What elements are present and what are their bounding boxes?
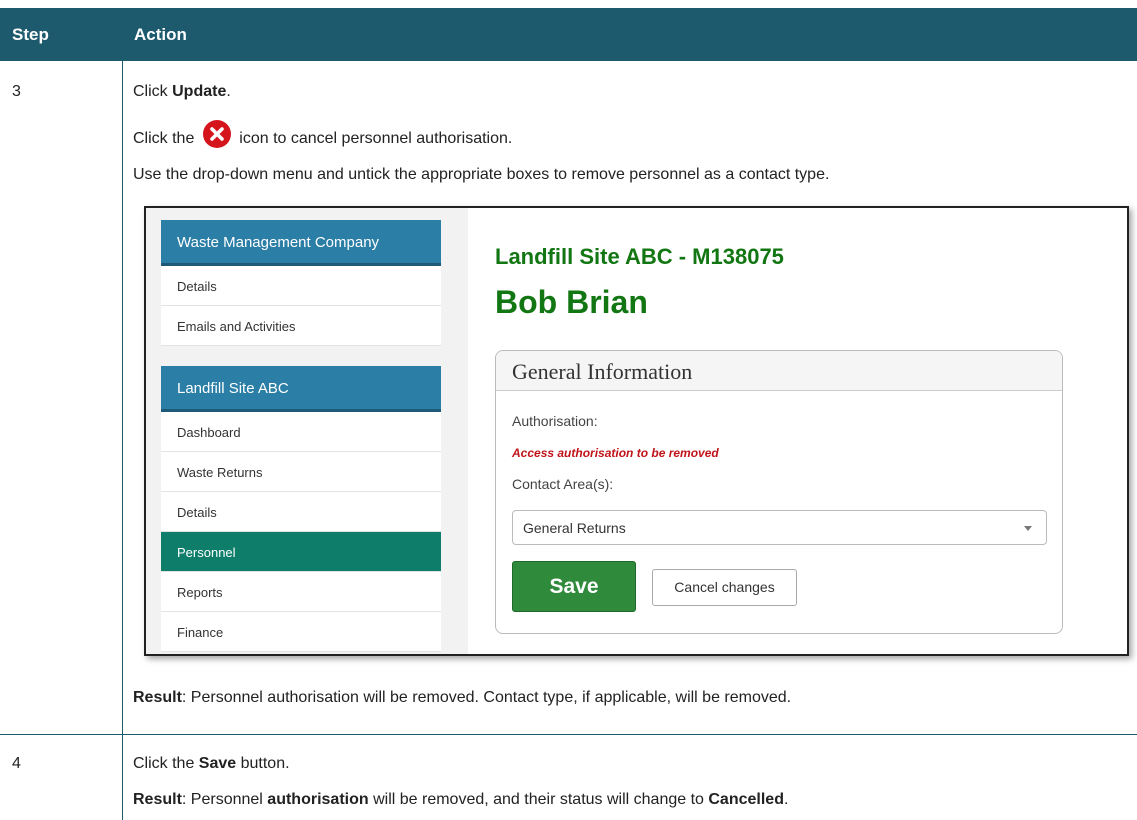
sidebar-heading-company[interactable]: Waste Management Company <box>161 220 441 266</box>
contact-area-label: Contact Area(s): <box>512 476 614 492</box>
step-number-3: 3 <box>12 83 21 100</box>
save-button[interactable]: Save <box>512 561 636 612</box>
row3-line2: Click the icon to cancel personnel autho… <box>133 119 512 154</box>
sidebar-item-site-details[interactable]: Details <box>161 492 441 532</box>
sidebar-heading-site[interactable]: Landfill Site ABC <box>161 366 441 412</box>
row4-result: Result: Personnel authorisation will be … <box>133 791 789 808</box>
cancel-changes-button[interactable]: Cancel changes <box>652 569 797 606</box>
instruction-table: Step Action <box>0 8 1137 61</box>
sidebar-item-dashboard[interactable]: Dashboard <box>161 412 441 452</box>
sidebar-item-emails-activities[interactable]: Emails and Activities <box>161 306 441 346</box>
row3-line1: Click Update. <box>133 83 231 100</box>
step-number-4: 4 <box>12 755 21 772</box>
sidebar-group-site: Landfill Site ABC Dashboard Waste Return… <box>161 366 441 652</box>
update-term: Update <box>172 83 227 100</box>
sidebar-item-company-details[interactable]: Details <box>161 266 441 306</box>
site-title: Landfill Site ABC - M138075 <box>495 244 784 269</box>
header-action: Action <box>134 24 187 44</box>
sidebar-item-personnel[interactable]: Personnel <box>161 532 441 572</box>
sidebar-item-waste-returns[interactable]: Waste Returns <box>161 452 441 492</box>
panel-title: General Information <box>496 351 1062 391</box>
sidebar-group-company: Waste Management Company Details Emails … <box>161 220 441 346</box>
chevron-down-icon <box>1024 526 1032 531</box>
row3-result: Result: Personnel authorisation will be … <box>133 689 792 706</box>
authorisation-status: Access authorisation to be removed <box>512 446 719 460</box>
person-name: Bob Brian <box>495 284 648 320</box>
contact-area-value: General Returns <box>523 520 626 536</box>
header-step: Step <box>12 24 49 44</box>
sidebar-item-finance[interactable]: Finance <box>161 612 441 652</box>
table-header: Step Action <box>0 8 1137 61</box>
embedded-screenshot: Waste Management Company Details Emails … <box>144 206 1129 656</box>
sidebar-spacer <box>161 346 441 366</box>
cancel-x-circle-icon <box>202 120 231 148</box>
sidebar: Waste Management Company Details Emails … <box>161 220 441 652</box>
main-content: Landfill Site ABC - M138075 Bob Brian Ge… <box>468 208 1127 654</box>
general-information-panel: General Information Authorisation: Acces… <box>495 350 1063 634</box>
contact-area-select[interactable]: General Returns <box>512 510 1047 545</box>
authorisation-label: Authorisation: <box>512 413 598 429</box>
column-divider <box>122 61 123 820</box>
row3-line3: Use the drop-down menu and untick the ap… <box>133 166 830 183</box>
row4-line1: Click the Save button. <box>133 755 290 772</box>
save-term: Save <box>198 755 237 772</box>
row-separator <box>0 734 1137 735</box>
sidebar-item-reports[interactable]: Reports <box>161 572 441 612</box>
